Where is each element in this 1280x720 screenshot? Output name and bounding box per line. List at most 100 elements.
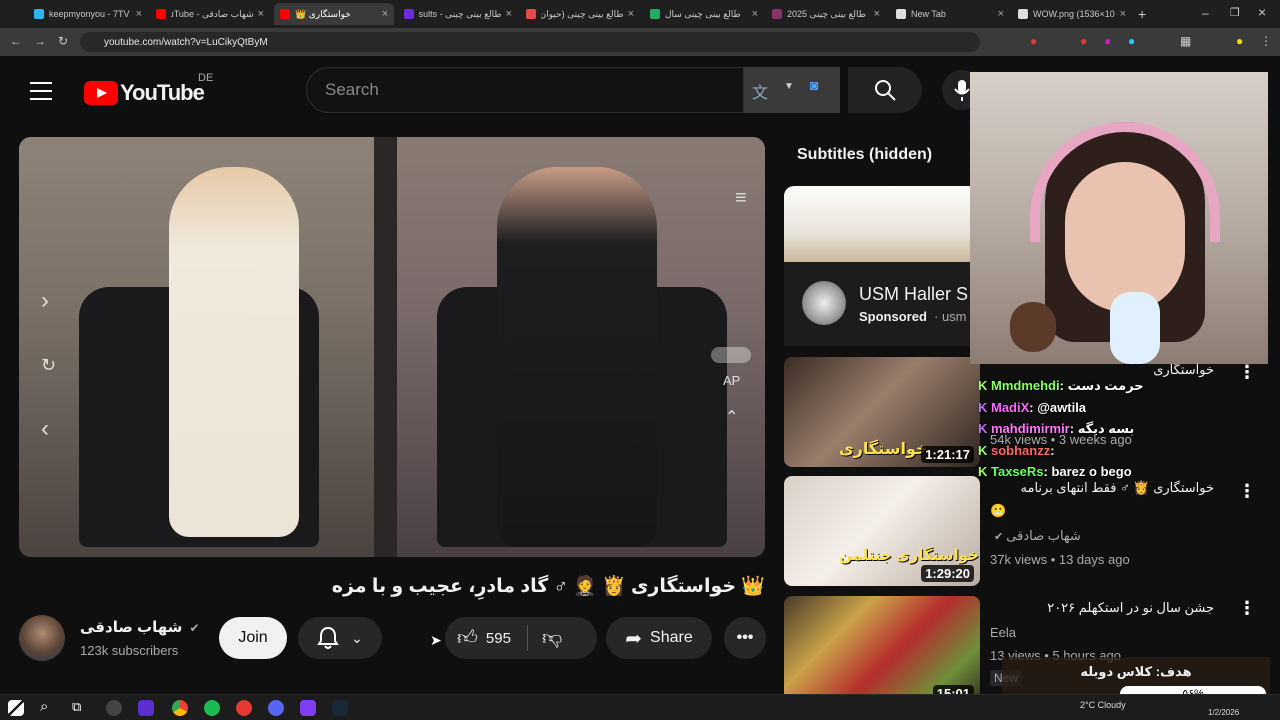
tab-title: WOW.png (1536×10 xyxy=(1033,9,1115,19)
steam-icon[interactable] xyxy=(332,700,348,716)
like-count[interactable]: 595 xyxy=(486,630,511,647)
channel-name[interactable]: شهاب صادقی ✔ xyxy=(80,618,200,636)
subscribed-notifications-button[interactable]: ⌄ xyxy=(298,617,382,659)
app-icon[interactable] xyxy=(300,700,316,716)
profile-avatar-icon[interactable]: ● xyxy=(1236,34,1243,48)
search-button[interactable] xyxy=(848,67,922,113)
search-input[interactable]: Search xyxy=(306,67,744,113)
task-view-icon[interactable]: ⧉ xyxy=(72,699,81,715)
browser-menu-icon[interactable]: ⋮ xyxy=(1260,34,1272,48)
more-horizontal-icon: ••• xyxy=(736,629,754,646)
new-tab-button[interactable]: + xyxy=(1138,6,1146,22)
close-tab-icon[interactable]: × xyxy=(752,8,758,20)
forward-icon[interactable]: → xyxy=(34,34,46,48)
address-bar[interactable]: youtube.com/watch?v=LuCikyQtByM xyxy=(80,32,980,52)
browser-tab[interactable]: طالع بینی چینی 2025 × xyxy=(766,3,886,25)
refresh-icon[interactable]: ↻ xyxy=(41,355,56,376)
close-tab-icon[interactable]: × xyxy=(258,8,264,20)
more-actions-button[interactable]: ••• xyxy=(724,617,766,659)
close-window-icon[interactable]: × xyxy=(1258,4,1266,20)
video-title-line2: 😬 xyxy=(990,503,1007,518)
chrome-icon[interactable] xyxy=(172,700,188,716)
extension-icon[interactable]: ● xyxy=(1080,34,1087,48)
browser-tab-active[interactable]: خواستگاری 👑 × xyxy=(274,3,394,25)
dislike-thumb-down-icon[interactable]: 👎︎ xyxy=(542,626,562,650)
ad-thumbnail[interactable] xyxy=(784,186,974,262)
video-divider xyxy=(374,137,397,557)
spotify-icon[interactable] xyxy=(204,700,220,716)
video-title[interactable]: خواستگاری 👸 ♂ فقط انتهای برنامه xyxy=(990,480,1214,496)
video-player[interactable]: › ↻ ‹ ≡ AP ⌃ xyxy=(19,137,765,557)
browser-tab[interactable]: طالع بینی چینی - results × xyxy=(398,3,518,25)
close-tab-icon[interactable]: × xyxy=(874,8,880,20)
browser-tab[interactable]: طالع بینی چینی (حیوان × xyxy=(520,3,640,25)
app-icon[interactable] xyxy=(236,700,252,716)
new-tab-favicon-icon xyxy=(896,9,906,19)
tab-favicon-icon xyxy=(650,9,660,19)
extension-icon[interactable]: ● xyxy=(1104,34,1111,48)
browser-tab[interactable]: keepmyonyou - 7TV × xyxy=(28,3,148,25)
extension-icon[interactable]: ● xyxy=(1128,34,1135,48)
video-title[interactable]: خواستگاری xyxy=(990,362,1214,378)
close-tab-icon[interactable]: × xyxy=(136,8,142,20)
video-thumbnail[interactable]: 15:01 xyxy=(784,596,980,706)
reload-icon[interactable]: ↻ xyxy=(58,34,68,48)
caption-search-icon[interactable]: ◙ xyxy=(810,77,818,93)
close-tab-icon[interactable]: × xyxy=(1120,8,1126,20)
weather-widget[interactable]: 2°C Cloudy xyxy=(1080,700,1126,710)
chat-message: K MadiX: @awtila xyxy=(978,400,1086,415)
more-vertical-icon[interactable]: ⋮ xyxy=(1238,481,1256,502)
browser-tab[interactable]: New Tab × xyxy=(890,3,1010,25)
browser-tab[interactable]: طالع بینی چینی سال × xyxy=(644,3,764,25)
close-tab-icon[interactable]: × xyxy=(628,8,634,20)
share-button[interactable]: ➦ Share xyxy=(606,617,712,659)
extensions-puzzle-icon[interactable]: ▦ xyxy=(1180,34,1191,48)
browser-tab[interactable]: شهاب صادقی - YouTube × xyxy=(150,3,270,25)
channel-avatar[interactable] xyxy=(19,615,65,661)
windows-start-icon[interactable] xyxy=(8,700,24,716)
video-title[interactable]: جشن سال نو در استکهلم ۲۰۲۶ xyxy=(990,600,1214,616)
close-tab-icon[interactable]: × xyxy=(998,8,1004,20)
discord-icon[interactable] xyxy=(268,700,284,716)
chat-badge-icon: K xyxy=(978,378,991,393)
taskbar-date[interactable]: 1/2/2026 xyxy=(1208,708,1239,717)
join-button[interactable]: Join xyxy=(219,617,287,659)
extension-icon[interactable]: ● xyxy=(1030,34,1037,48)
restore-icon[interactable]: ❐ xyxy=(1230,6,1240,19)
more-vertical-icon[interactable]: ⋮ xyxy=(1238,598,1256,619)
video-person-man xyxy=(497,167,657,547)
tab-title: طالع بینی چینی 2025 xyxy=(787,8,866,19)
minimize-icon[interactable]: – xyxy=(1202,6,1209,20)
chevron-left-icon[interactable]: ‹ xyxy=(41,415,49,443)
vegas-icon[interactable] xyxy=(138,700,154,716)
playlist-menu-icon[interactable]: ≡ xyxy=(735,187,747,210)
more-vertical-icon[interactable]: ⋮ xyxy=(1238,362,1256,383)
subscriber-count: 123k subscribers xyxy=(80,643,179,658)
view-count: 37k views xyxy=(990,552,1048,567)
chevron-up-down-icon[interactable]: ⌃ xyxy=(725,407,738,427)
video-thumbnail[interactable]: خواستگاری 1:21:17 xyxy=(784,357,980,467)
chevron-right-icon[interactable]: › xyxy=(41,287,49,315)
youtube-logo[interactable]: YouTube DE xyxy=(84,72,213,106)
tab-title: طالع بینی چینی - results xyxy=(419,8,502,19)
channel-name-text: شهاب صادقی xyxy=(80,619,183,636)
browser-toolbar: ← → ↻ youtube.com/watch?v=LuCikyQtByM ● … xyxy=(0,28,1280,56)
autoplay-toggle[interactable] xyxy=(711,347,751,363)
back-icon[interactable]: ← xyxy=(10,34,22,48)
ad-url-text: usm xyxy=(941,309,967,324)
hamburger-menu-icon[interactable] xyxy=(30,82,52,100)
close-tab-icon[interactable]: × xyxy=(506,8,512,20)
browser-tab[interactable]: WOW.png (1536×10 × xyxy=(1012,3,1132,25)
ad-title[interactable]: USM Haller S xyxy=(859,284,969,305)
like-thumb-up-icon[interactable]: 👍︎ xyxy=(457,626,478,650)
translate-icon[interactable]: 文 xyxy=(752,79,768,103)
dropdown-arrow-icon[interactable]: ▼ xyxy=(784,81,794,92)
obs-icon[interactable] xyxy=(106,700,122,716)
tab-favicon-icon xyxy=(34,9,44,19)
like-dislike-group: 👍︎ 595 👎︎ xyxy=(445,617,597,659)
close-tab-icon[interactable]: × xyxy=(382,8,388,20)
search-icon[interactable]: ⌕ xyxy=(40,698,48,715)
video-thumbnail[interactable]: خواستگاری جنتلمن 1:29:20 xyxy=(784,476,980,586)
video-channel[interactable]: Eela xyxy=(990,625,1016,640)
video-channel[interactable]: شهاب صادقی xyxy=(1006,528,1081,543)
